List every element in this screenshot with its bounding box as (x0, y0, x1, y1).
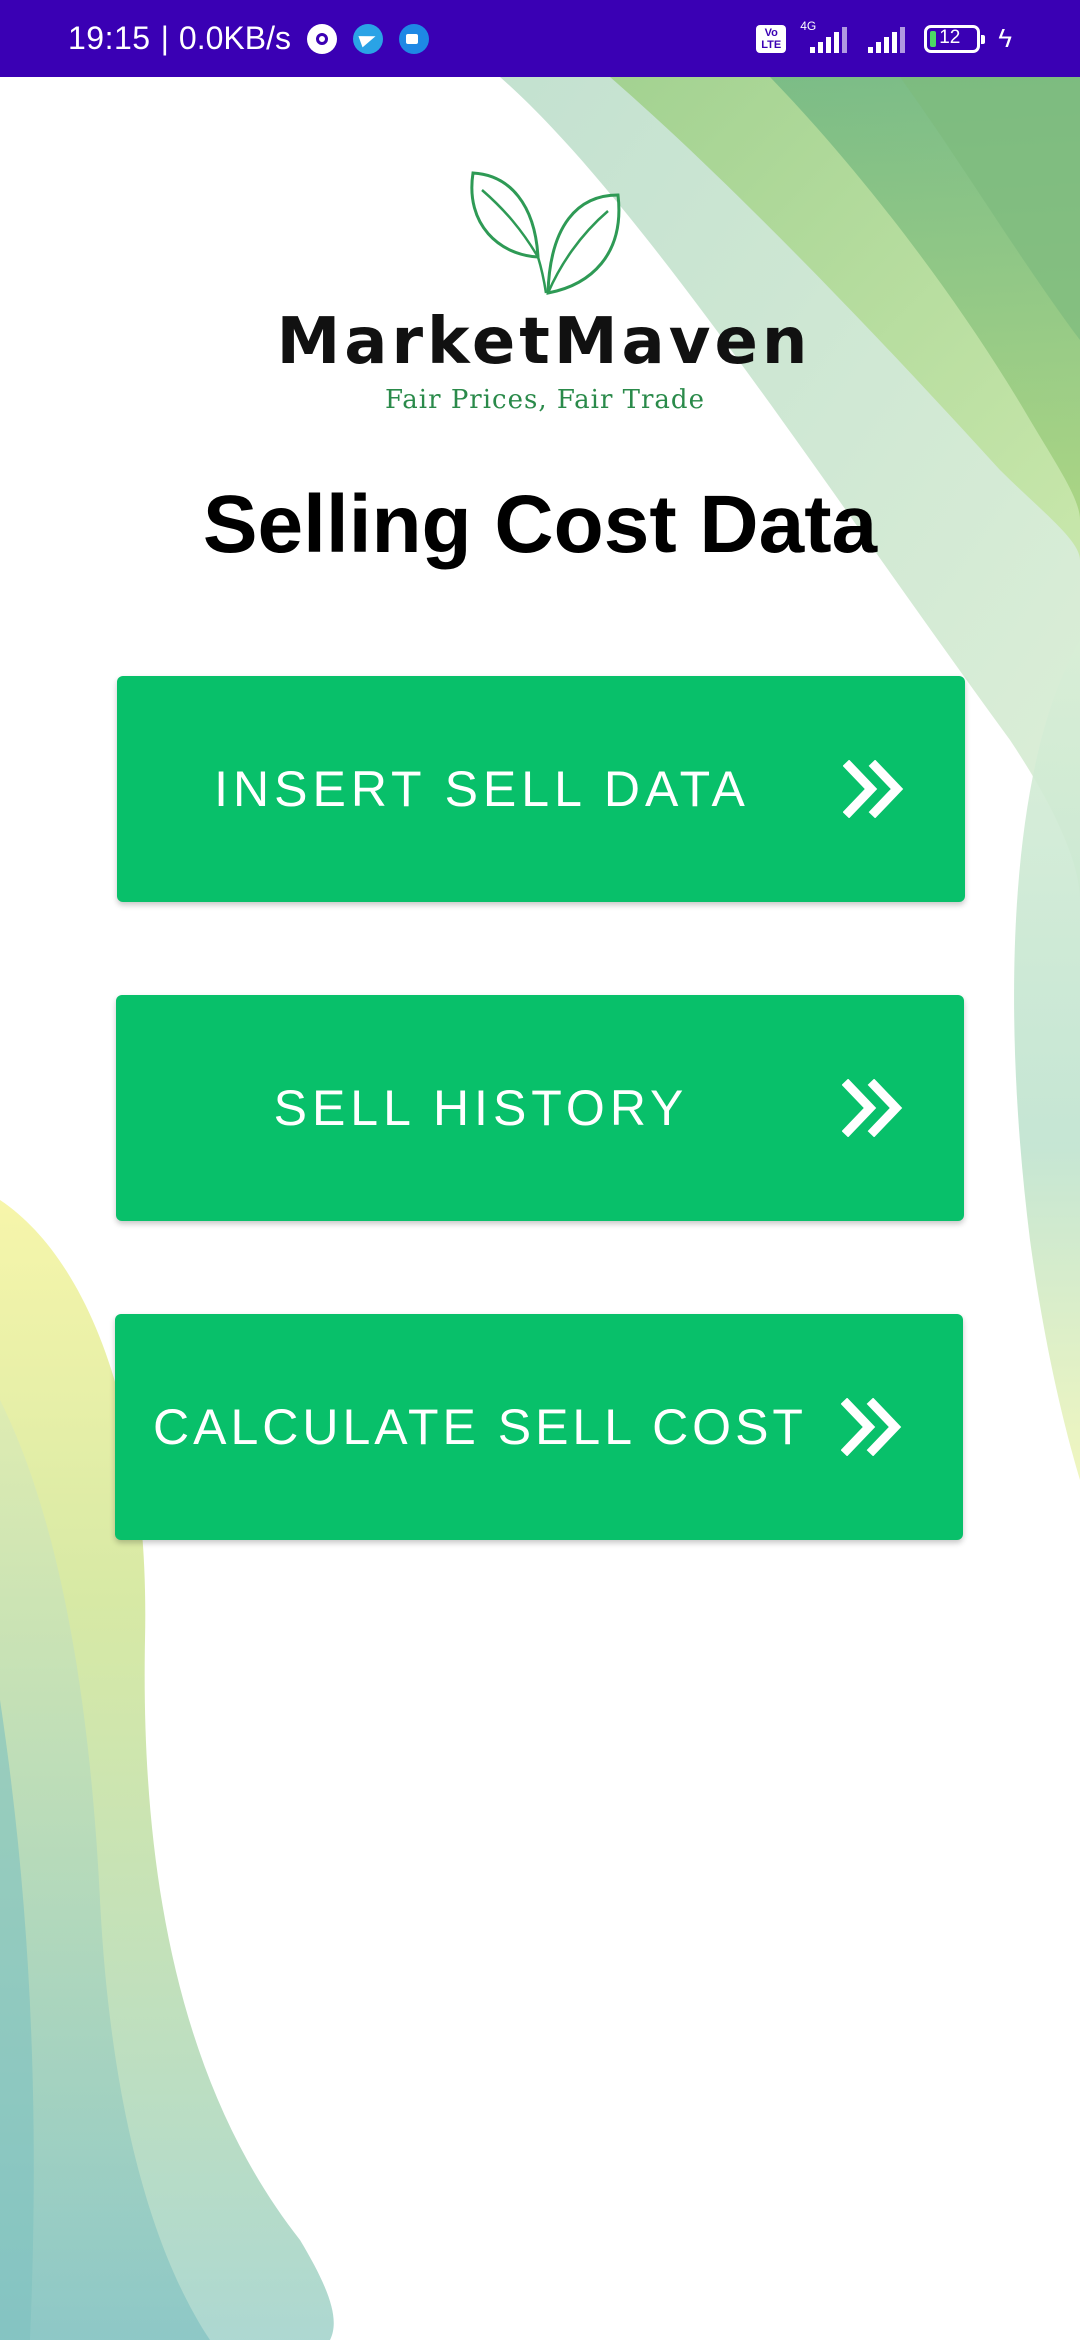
double-chevron-right-icon (841, 1398, 902, 1456)
double-chevron-right-icon (843, 760, 904, 818)
signal-4g-icon: 4G (798, 19, 854, 57)
volte-icon: Vo LTE (756, 24, 787, 53)
insert-sell-data-button[interactable]: INSERT SELL DATA (117, 676, 965, 902)
status-time: 19:15 (68, 20, 151, 56)
charging-icon: ϟ (998, 23, 1012, 53)
signal-icon (866, 21, 912, 57)
meet-icon (398, 23, 429, 54)
insert-sell-data-label: INSERT SELL DATA (214, 761, 750, 817)
settings-icon (306, 23, 337, 54)
battery-percent: 12 (939, 26, 961, 48)
calculate-sell-cost-label: CALCULATE SELL COST (153, 1399, 807, 1455)
status-separator: | (160, 20, 169, 56)
network-speed: 0.0KB/s (178, 20, 291, 56)
status-right: Vo LTE 4G 12 ϟ (756, 0, 1012, 77)
double-chevron-right-icon (842, 1079, 903, 1137)
brand-name: MarketMaven (276, 305, 812, 379)
sell-history-button[interactable]: SELL HISTORY (116, 995, 964, 1221)
sell-history-label: SELL HISTORY (273, 1080, 689, 1136)
leaves-logo-icon (470, 171, 621, 295)
status-bar: 19:15 | 0.0KB/s Vo LTE 4G 12 ϟ (0, 0, 1080, 77)
brand-tagline: Fair Prices, Fair Trade (385, 385, 705, 415)
page-title: Selling Cost Data (202, 479, 878, 570)
battery-icon: 12 (924, 24, 986, 53)
calculate-sell-cost-button[interactable]: CALCULATE SELL COST (115, 1314, 963, 1540)
telegram-icon (352, 23, 383, 54)
status-left: 19:15 | 0.0KB/s (68, 0, 429, 77)
